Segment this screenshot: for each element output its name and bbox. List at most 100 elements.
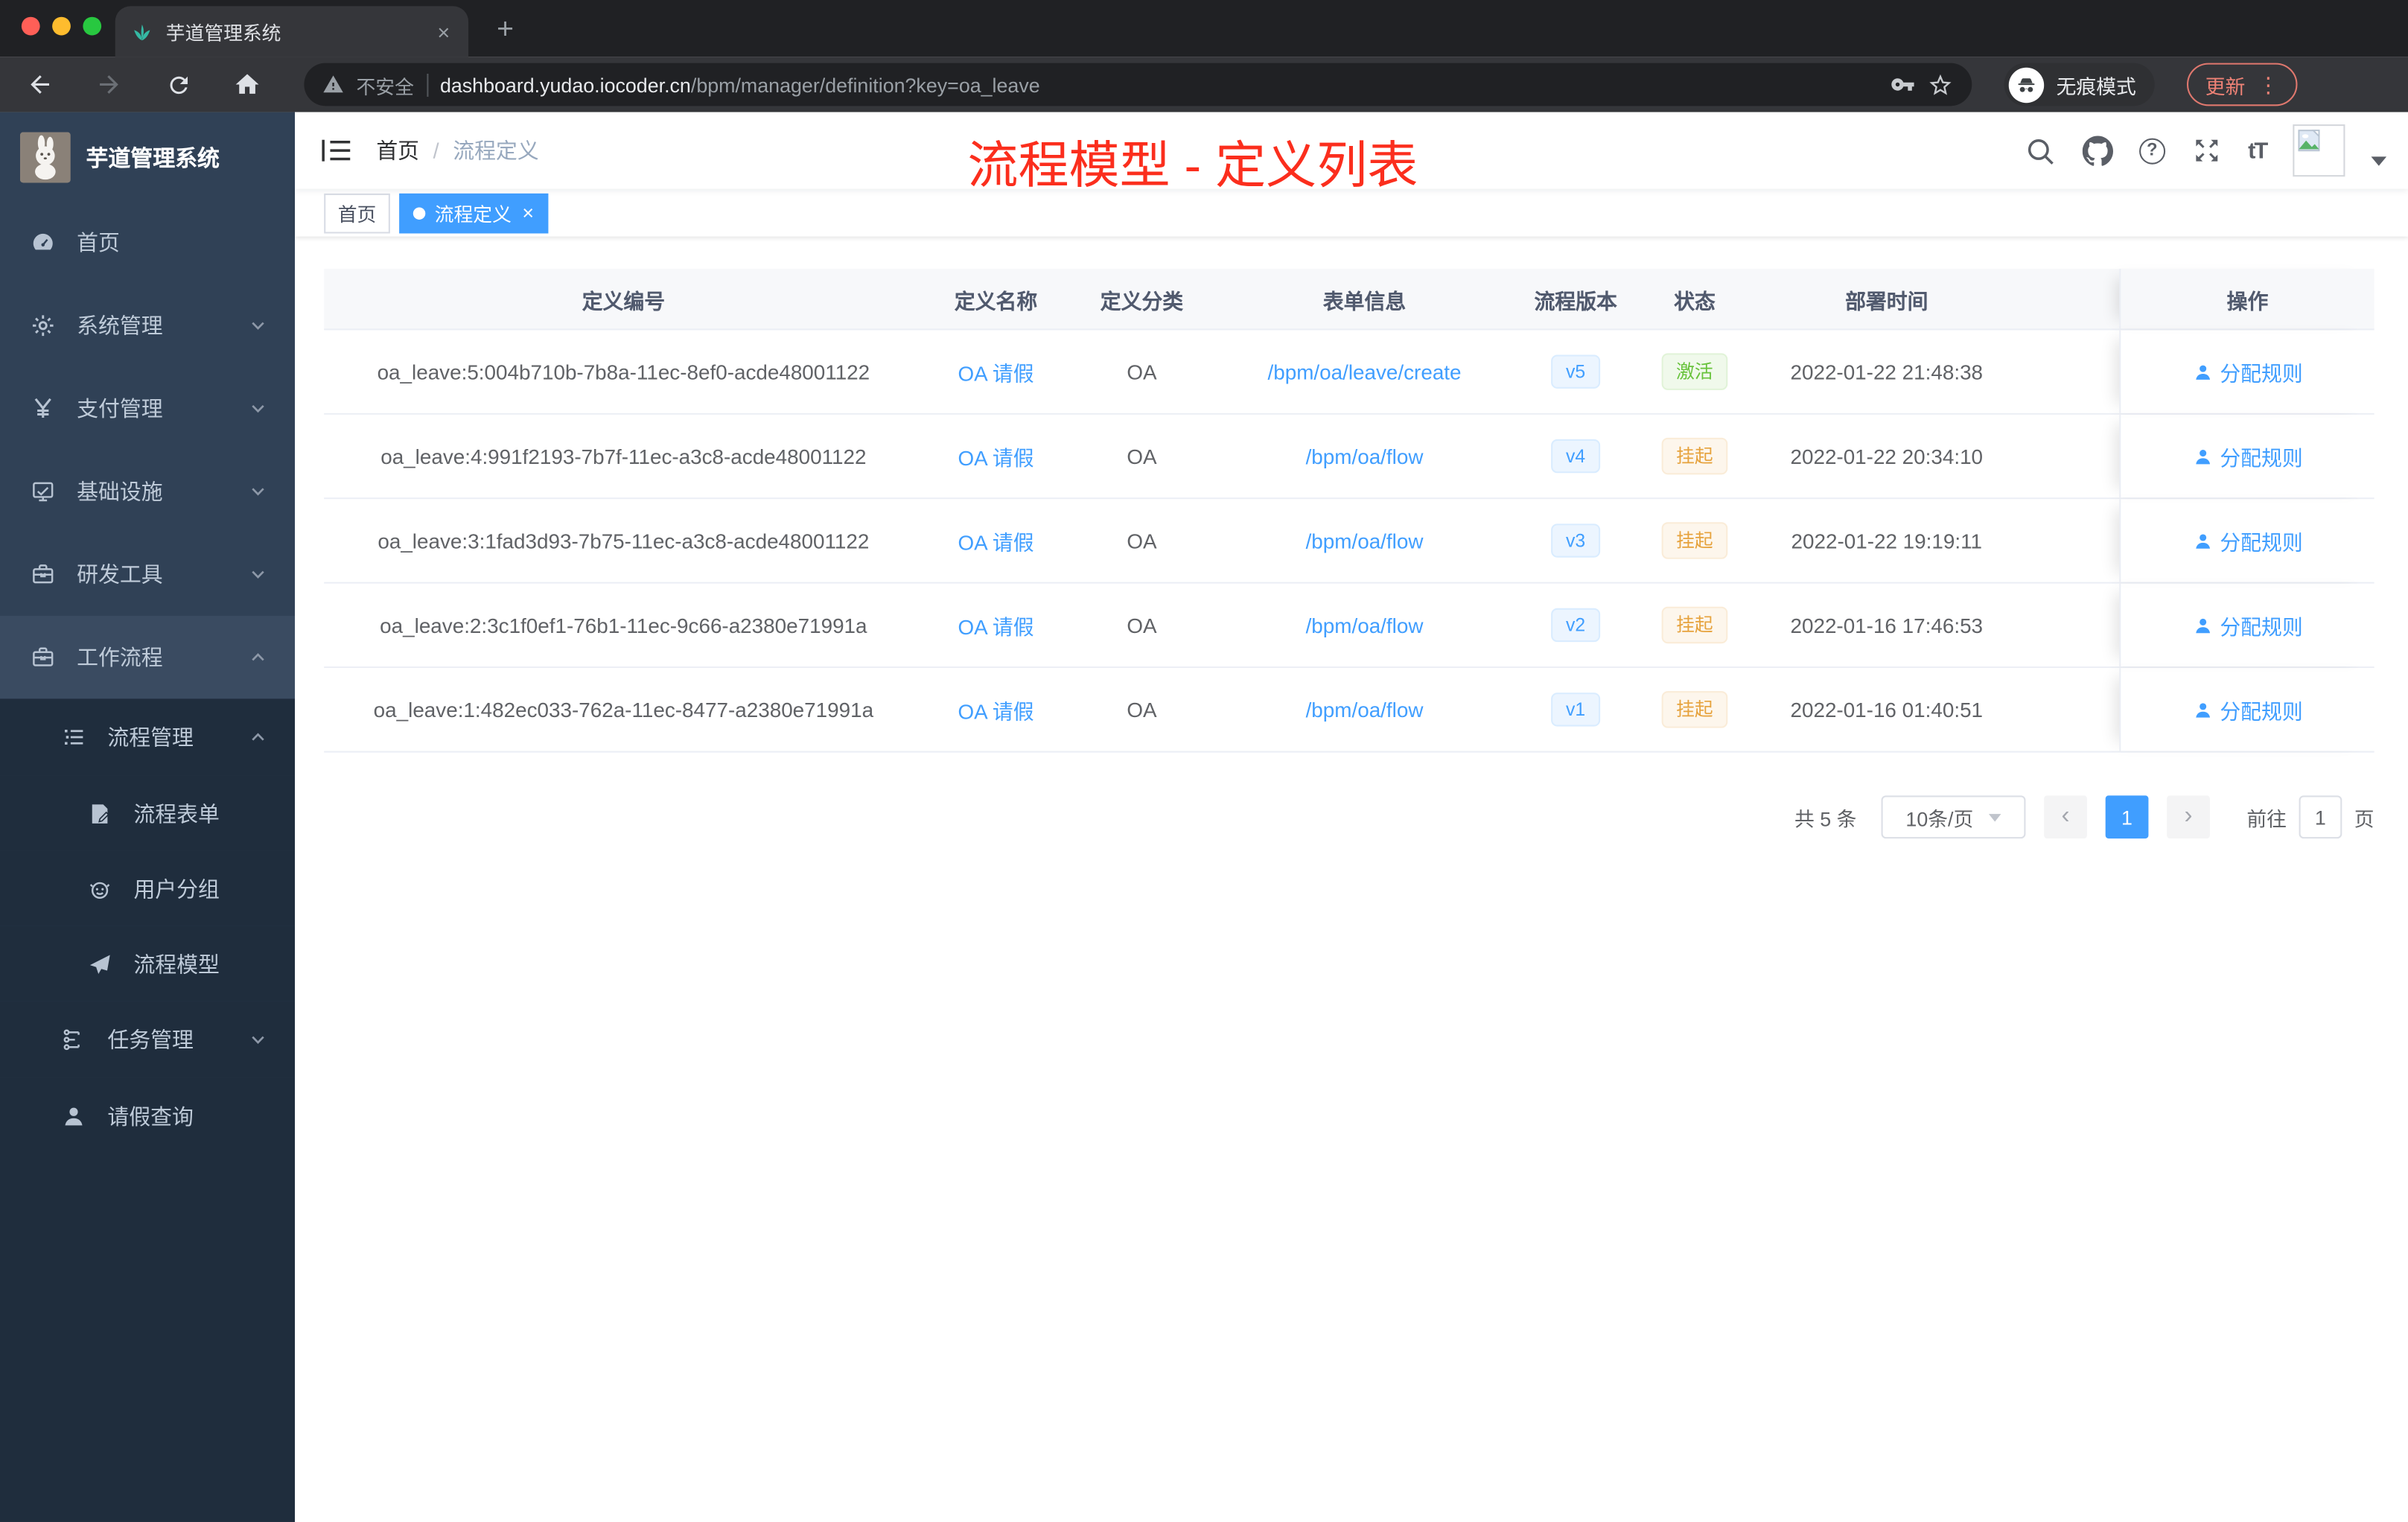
sidebar-item-9[interactable]: 流程模型 xyxy=(0,926,295,1002)
update-label[interactable]: 更新 xyxy=(2205,70,2246,99)
incognito-icon xyxy=(2008,66,2045,103)
form-info-link[interactable]: /bpm/oa/flow xyxy=(1306,698,1424,721)
form-info-link[interactable]: /bpm/oa/leave/create xyxy=(1267,360,1461,383)
close-window-button[interactable] xyxy=(21,16,40,36)
page-unit-label: 页 xyxy=(2354,806,2374,830)
cell-definition-id: oa_leave:5:004b710b-7b8a-11ec-8ef0-acde4… xyxy=(377,360,870,383)
col-header-id: 定义编号 xyxy=(582,289,666,313)
github-icon[interactable] xyxy=(2082,135,2113,166)
sidebar-item-8[interactable]: 用户分组 xyxy=(0,850,295,926)
new-tab-button[interactable]: + xyxy=(484,9,527,52)
tab-close-icon[interactable]: × xyxy=(434,21,453,42)
app-logo[interactable]: 芋道管理系统 xyxy=(0,112,295,202)
browser-tab[interactable]: 芋道管理系统 × xyxy=(115,6,469,57)
assign-rule-link[interactable]: 分配规则 xyxy=(2220,610,2302,640)
table-row: oa_leave:1:482ec033-762a-11ec-8477-a2380… xyxy=(324,668,2374,753)
definition-name-link[interactable]: OA 请假 xyxy=(958,357,1033,387)
paper-plane-icon xyxy=(88,952,112,976)
cell-actions: 分配规则 xyxy=(2119,583,2374,667)
next-page-button[interactable]: › xyxy=(2167,795,2210,839)
browser-menu-icon[interactable]: ⋮ xyxy=(2258,74,2279,95)
goto-page-input[interactable] xyxy=(2299,795,2342,839)
assign-rule-link[interactable]: 分配规则 xyxy=(2220,694,2302,725)
maximize-window-button[interactable] xyxy=(83,16,102,36)
goto-page: 前往 页 xyxy=(2246,795,2374,839)
version-badge: v1 xyxy=(1550,692,1601,727)
sidebar-item-2[interactable]: 支付管理 xyxy=(0,367,295,450)
assign-rule-link[interactable]: 分配规则 xyxy=(2220,357,2302,387)
sidebar-item-label: 工作流程 xyxy=(77,645,163,670)
sidebar-item-6[interactable]: 流程管理 xyxy=(0,698,295,776)
sidebar-item-5[interactable]: 工作流程 xyxy=(0,616,295,699)
sidebar-item-label: 支付管理 xyxy=(77,396,163,421)
user-icon xyxy=(2192,446,2212,466)
sidebar-item-label: 任务管理 xyxy=(107,1027,194,1052)
table-row: oa_leave:5:004b710b-7b8a-11ec-8ef0-acde4… xyxy=(324,330,2374,415)
form-info-link[interactable]: /bpm/oa/flow xyxy=(1306,529,1424,553)
sidebar-item-0[interactable]: 首页 xyxy=(0,201,295,284)
cell-category: OA xyxy=(1127,445,1157,468)
back-icon[interactable] xyxy=(22,66,59,104)
help-icon[interactable]: ? xyxy=(2138,137,2165,164)
form-info-link[interactable]: /bpm/oa/flow xyxy=(1306,445,1424,468)
definition-name-link[interactable]: OA 请假 xyxy=(958,610,1033,640)
sidebar-item-label: 研发工具 xyxy=(77,561,163,587)
table-row: oa_leave:4:991f2193-7b7f-11ec-a3c8-acde4… xyxy=(324,414,2374,500)
search-icon[interactable] xyxy=(2025,136,2056,166)
definition-name-link[interactable]: OA 请假 xyxy=(958,694,1033,725)
sidebar-item-7[interactable]: 流程表单 xyxy=(0,775,295,851)
cell-actions: 分配规则 xyxy=(2119,499,2374,582)
security-label[interactable]: 不安全 xyxy=(357,70,414,99)
chevron-down-icon xyxy=(249,399,267,418)
goto-label: 前往 xyxy=(2246,806,2287,830)
url-text[interactable]: dashboard.yudao.iocoder.cn/bpm/manager/d… xyxy=(440,73,1878,96)
monitor-icon xyxy=(31,480,55,504)
breadcrumb-home[interactable]: 首页 xyxy=(376,136,419,166)
window-controls[interactable] xyxy=(21,16,102,36)
current-page-button[interactable]: 1 xyxy=(2105,795,2149,839)
sidebar-submenu-background xyxy=(0,1155,295,1522)
form-info-link[interactable]: /bpm/oa/flow xyxy=(1306,614,1424,637)
definition-name-link[interactable]: OA 请假 xyxy=(958,525,1033,555)
tag-process-definition[interactable]: 流程定义 × xyxy=(399,192,548,233)
bookmark-star-icon[interactable] xyxy=(1927,71,1953,98)
sidebar-item-3[interactable]: 基础设施 xyxy=(0,450,295,532)
assign-rule-link[interactable]: 分配规则 xyxy=(2220,525,2302,555)
cell-deploy-time: 2022-01-22 20:34:10 xyxy=(1790,445,1984,468)
sidebar-item-1[interactable]: 系统管理 xyxy=(0,284,295,367)
tag-close-icon[interactable]: × xyxy=(522,203,534,223)
address-bar[interactable]: 不安全 dashboard.yudao.iocoder.cn/bpm/manag… xyxy=(304,63,1972,106)
omnibox-separator xyxy=(426,72,428,96)
cell-category: OA xyxy=(1127,529,1157,553)
sidebar-item-11[interactable]: 请假查询 xyxy=(0,1077,295,1155)
chevron-down-icon xyxy=(249,316,267,335)
key-icon[interactable] xyxy=(1891,72,1915,97)
content: 定义编号 定义名称 定义分类 表单信息 流程版本 状态 部署时间 操作 oa_l… xyxy=(295,236,2408,1522)
col-header-name: 定义名称 xyxy=(954,289,1038,313)
fullscreen-icon[interactable] xyxy=(2191,136,2222,166)
home-icon[interactable] xyxy=(229,66,266,104)
definition-name-link[interactable]: OA 请假 xyxy=(958,441,1033,471)
sidebar-item-label: 请假查询 xyxy=(107,1104,194,1129)
sidebar-toggle-icon[interactable] xyxy=(321,137,351,165)
sidebar-item-label: 流程模型 xyxy=(133,951,220,976)
sidebar-item-label: 用户分组 xyxy=(133,876,220,901)
cell-definition-id: oa_leave:4:991f2193-7b7f-11ec-a3c8-acde4… xyxy=(380,445,867,468)
assign-rule-link[interactable]: 分配规则 xyxy=(2220,441,2302,471)
sidebar-item-10[interactable]: 任务管理 xyxy=(0,1001,295,1078)
page-size-select[interactable]: 10条/页 xyxy=(1881,795,2026,839)
reload-icon[interactable] xyxy=(160,66,197,104)
form-icon xyxy=(88,801,112,826)
avatar-caret-icon[interactable] xyxy=(2371,156,2387,166)
status-badge: 挂起 xyxy=(1662,606,1727,644)
tag-home[interactable]: 首页 xyxy=(324,192,390,233)
minimize-window-button[interactable] xyxy=(52,16,71,36)
sidebar-item-4[interactable]: 研发工具 xyxy=(0,533,295,616)
avatar[interactable] xyxy=(2293,124,2345,177)
browser-update-button[interactable]: 更新 ⋮ xyxy=(2186,63,2298,106)
font-size-icon[interactable]: tT xyxy=(2248,138,2268,164)
prev-page-button[interactable]: ‹ xyxy=(2044,795,2087,839)
forward-icon[interactable] xyxy=(91,66,128,104)
pagination-total: 共 5 条 xyxy=(1794,806,1857,830)
cell-filler xyxy=(2021,415,2119,497)
